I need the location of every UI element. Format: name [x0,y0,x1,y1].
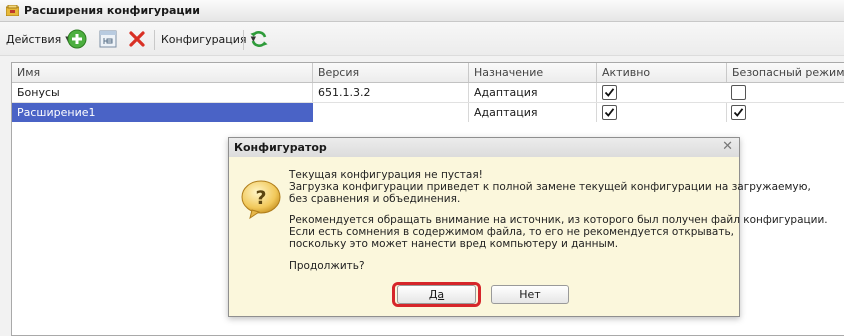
window-titlebar: Расширения конфигурации [0,0,844,22]
cell-version [313,103,469,122]
app-icon [6,5,19,16]
cell-purpose: Адаптация [474,106,538,119]
table-header: Имя Версия Назначение Активно Безопасный… [12,63,844,83]
cell-name: Расширение1 [17,106,96,119]
column-header-name[interactable]: Имя [12,63,313,82]
column-header-purpose[interactable]: Назначение [469,63,597,82]
safe-mode-checkbox[interactable] [731,85,746,100]
dialog-message-line: Если есть сомнения в содержимом файла, т… [289,226,734,238]
dialog-message-line: без сравнения и объединения. [289,193,461,205]
checkmark-icon [604,88,615,97]
column-header-version[interactable]: Версия [313,63,469,82]
close-icon[interactable]: ✕ [722,140,733,154]
yes-button[interactable]: Да [397,285,476,304]
dialog-message-line: Текущая конфигурация не пустая! [289,169,483,181]
dialog-message-line: поскольку это может нанести вред компьют… [289,238,619,250]
dialog-question: Продолжить? [289,260,365,272]
refresh-button[interactable] [248,22,270,56]
no-button[interactable]: Нет [491,285,569,304]
cell-name: Бонусы [12,83,313,102]
configuration-dropdown[interactable]: Конфигурация ▼ [161,22,256,56]
active-checkbox[interactable] [602,85,617,100]
dialog-titlebar: Конфигуратор ✕ [229,138,739,158]
dialog-body: ? Текущая конфигурация не пустая! Загруз… [229,157,828,316]
cell-version: 651.1.3.2 [313,83,469,102]
actions-dropdown[interactable]: Действия ▼ [6,22,71,56]
add-icon [67,29,87,49]
toolbar-separator [154,30,155,50]
refresh-icon [250,31,268,47]
configuration-label: Конфигурация [161,32,247,46]
checkmark-icon [733,108,744,117]
toolbar-separator [243,30,244,50]
delete-button[interactable] [126,22,148,56]
table-row[interactable]: Бонусы 651.1.3.2 Адаптация [12,83,844,102]
confirm-dialog: Конфигуратор ✕ ? Текущая конфигурация не… [228,137,828,317]
yes-button-label: Да [428,288,445,301]
dialog-title: Конфигуратор [234,141,327,154]
add-button[interactable] [66,22,88,56]
column-header-safe-mode[interactable]: Безопасный режим, имя [727,63,844,82]
table-row-selected[interactable]: Расширение1 Адаптация [12,103,844,122]
copy-button[interactable] [97,22,119,56]
safe-mode-checkbox[interactable] [731,105,746,120]
dialog-message-line: Рекомендуется обращать внимание на источ… [289,214,828,226]
svg-text:?: ? [255,187,266,209]
column-header-active[interactable]: Активно [597,63,727,82]
checkmark-icon [604,108,615,117]
copy-icon [99,30,117,48]
window-title: Расширения конфигурации [24,4,200,17]
cell-purpose: Адаптация [469,83,597,102]
delete-icon [129,31,145,47]
dialog-message-line: Загрузка конфигурации приведет к полной … [289,181,811,193]
active-checkbox[interactable] [602,105,617,120]
question-icon: ? [241,180,281,220]
actions-label: Действия [6,32,62,46]
toolbar: Действия ▼ К [0,22,844,56]
